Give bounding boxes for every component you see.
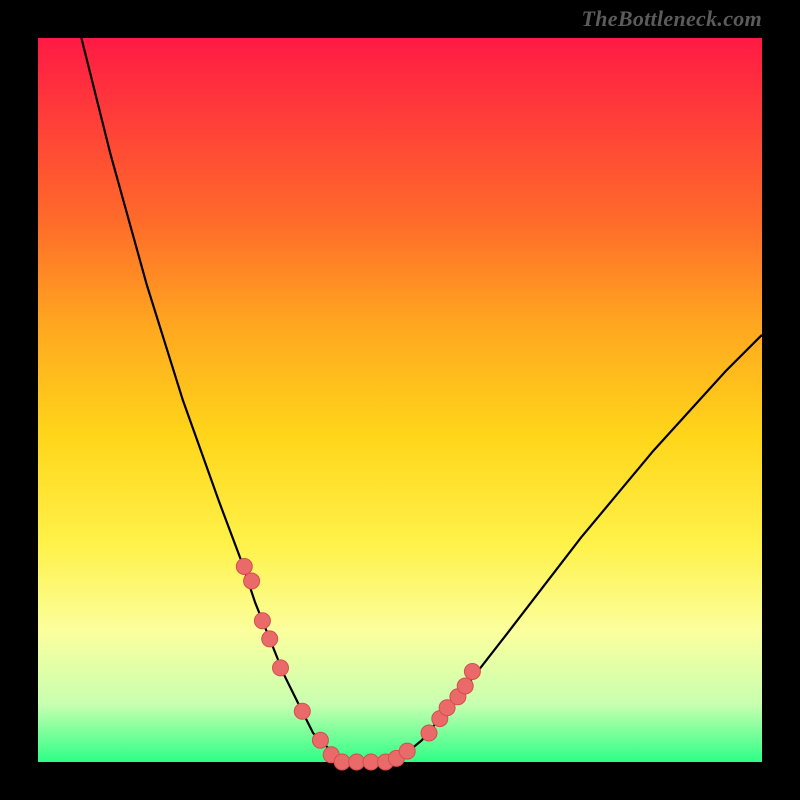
- data-point: [464, 664, 480, 680]
- data-point: [273, 660, 289, 676]
- chart-overlay: [38, 38, 762, 762]
- data-point: [421, 725, 437, 741]
- data-point: [262, 631, 278, 647]
- watermark-label: TheBottleneck.com: [582, 6, 762, 32]
- data-point: [334, 754, 350, 770]
- data-point: [349, 754, 365, 770]
- data-point: [363, 754, 379, 770]
- data-point: [312, 732, 328, 748]
- data-point: [244, 573, 260, 589]
- bottleneck-curve: [81, 38, 762, 762]
- data-point: [254, 613, 270, 629]
- outer-frame: TheBottleneck.com: [0, 0, 800, 800]
- data-point: [457, 678, 473, 694]
- data-point: [236, 559, 252, 575]
- marker-group: [236, 559, 480, 771]
- data-point: [399, 743, 415, 759]
- data-point: [294, 703, 310, 719]
